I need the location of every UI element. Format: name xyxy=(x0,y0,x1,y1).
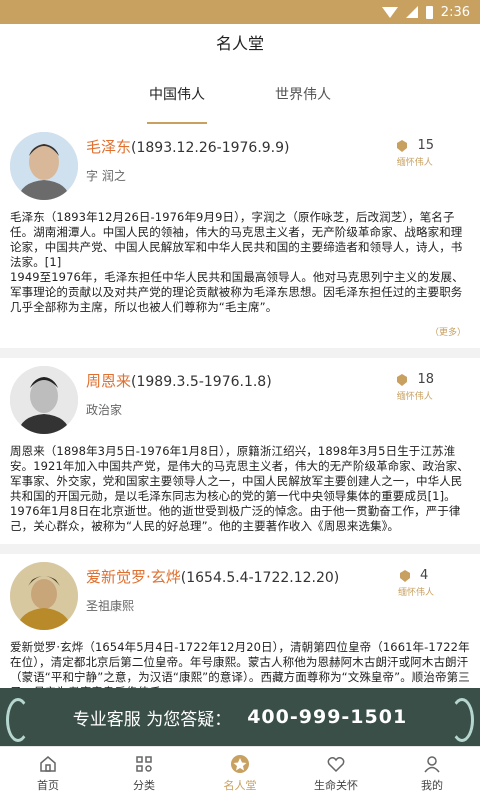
person-card[interactable]: 毛泽东(1893.12.26-1976.9.9) 字 润之 15 缅怀伟人 毛泽… xyxy=(0,124,480,348)
nav-category[interactable]: 分类 xyxy=(96,747,192,800)
home-icon xyxy=(40,756,56,772)
avatar xyxy=(10,562,78,630)
person-dates: (1654.5.4-1722.12.20) xyxy=(180,570,340,586)
nav-label: 生命关怀 xyxy=(314,779,358,792)
person-dates: (1989.3.5-1976.1.8) xyxy=(131,374,272,390)
category-icon xyxy=(136,756,152,772)
banner-phone[interactable]: 400-999-1501 xyxy=(247,706,407,728)
hall-of-fame-icon xyxy=(231,755,249,773)
avatar xyxy=(10,366,78,434)
person-title: 字 润之 xyxy=(86,169,126,183)
more-link[interactable]: （更多） xyxy=(10,325,470,338)
tab-bar: 中国伟人 世界伟人 xyxy=(0,64,480,124)
care-icon xyxy=(327,757,345,773)
honor-label: 缅怀伟人 xyxy=(397,588,434,598)
nav-label: 名人堂 xyxy=(223,779,257,792)
nav-label: 分类 xyxy=(133,779,155,792)
customer-service-banner[interactable]: 专业客服 为您答疑： 400-999-1501 xyxy=(0,688,480,746)
nav-label: 我的 xyxy=(421,779,443,792)
honor-button[interactable]: 18 缅怀伟人 xyxy=(395,372,434,402)
honor-count: 4 xyxy=(419,568,429,583)
nav-label: 首页 xyxy=(37,779,59,792)
person-bio: 毛泽东（1893年12月26日-1976年9月9日），字润之（原作咏芝，后改润芝… xyxy=(10,210,464,314)
tab-chinese-greats[interactable]: 中国伟人 xyxy=(149,76,205,112)
greats-list: 毛泽东(1893.12.26-1976.9.9) 字 润之 15 缅怀伟人 毛泽… xyxy=(0,124,480,735)
nav-hall-of-fame[interactable]: 名人堂 xyxy=(192,747,288,800)
status-bar: 2:36 xyxy=(0,0,480,24)
nav-profile[interactable]: 我的 xyxy=(384,747,480,800)
honor-count: 15 xyxy=(417,138,434,153)
person-dates: (1893.12.26-1976.9.9) xyxy=(131,140,290,156)
page-title: 名人堂 xyxy=(0,24,480,64)
badge-icon xyxy=(397,373,408,386)
bottom-nav: 首页 分类 名人堂 生命关怀 我的 xyxy=(0,746,480,800)
honor-label: 缅怀伟人 xyxy=(396,158,433,168)
signal-icon xyxy=(405,6,418,18)
honor-label: 缅怀伟人 xyxy=(396,392,433,402)
nav-home[interactable]: 首页 xyxy=(0,747,96,800)
person-card[interactable]: 周恩来(1989.3.5-1976.1.8) 政治家 18 缅怀伟人 周恩来（1… xyxy=(0,358,480,544)
person-name[interactable]: 毛泽东 xyxy=(86,138,131,156)
status-time: 2:36 xyxy=(440,4,470,20)
honor-button[interactable]: 4 缅怀伟人 xyxy=(398,568,434,598)
person-title: 圣祖康熙 xyxy=(86,599,135,613)
wifi-icon xyxy=(381,6,398,18)
person-name[interactable]: 爱新觉罗·玄烨 xyxy=(86,568,181,586)
nav-life-care[interactable]: 生命关怀 xyxy=(288,747,384,800)
person-title: 政治家 xyxy=(86,403,123,417)
banner-text: 专业客服 为您答疑： xyxy=(72,709,232,730)
tab-world-greats[interactable]: 世界伟人 xyxy=(275,76,331,112)
avatar xyxy=(10,132,78,200)
person-name[interactable]: 周恩来 xyxy=(86,372,131,390)
profile-icon xyxy=(424,756,440,773)
badge-icon xyxy=(399,569,410,582)
battery-icon xyxy=(425,5,433,19)
badge-icon xyxy=(397,139,408,152)
honor-button[interactable]: 15 缅怀伟人 xyxy=(395,138,434,168)
honor-count: 18 xyxy=(417,372,434,387)
person-bio: 周恩来（1898年3月5日-1976年1月8日），原籍浙江绍兴，1898年3月5… xyxy=(10,444,469,533)
